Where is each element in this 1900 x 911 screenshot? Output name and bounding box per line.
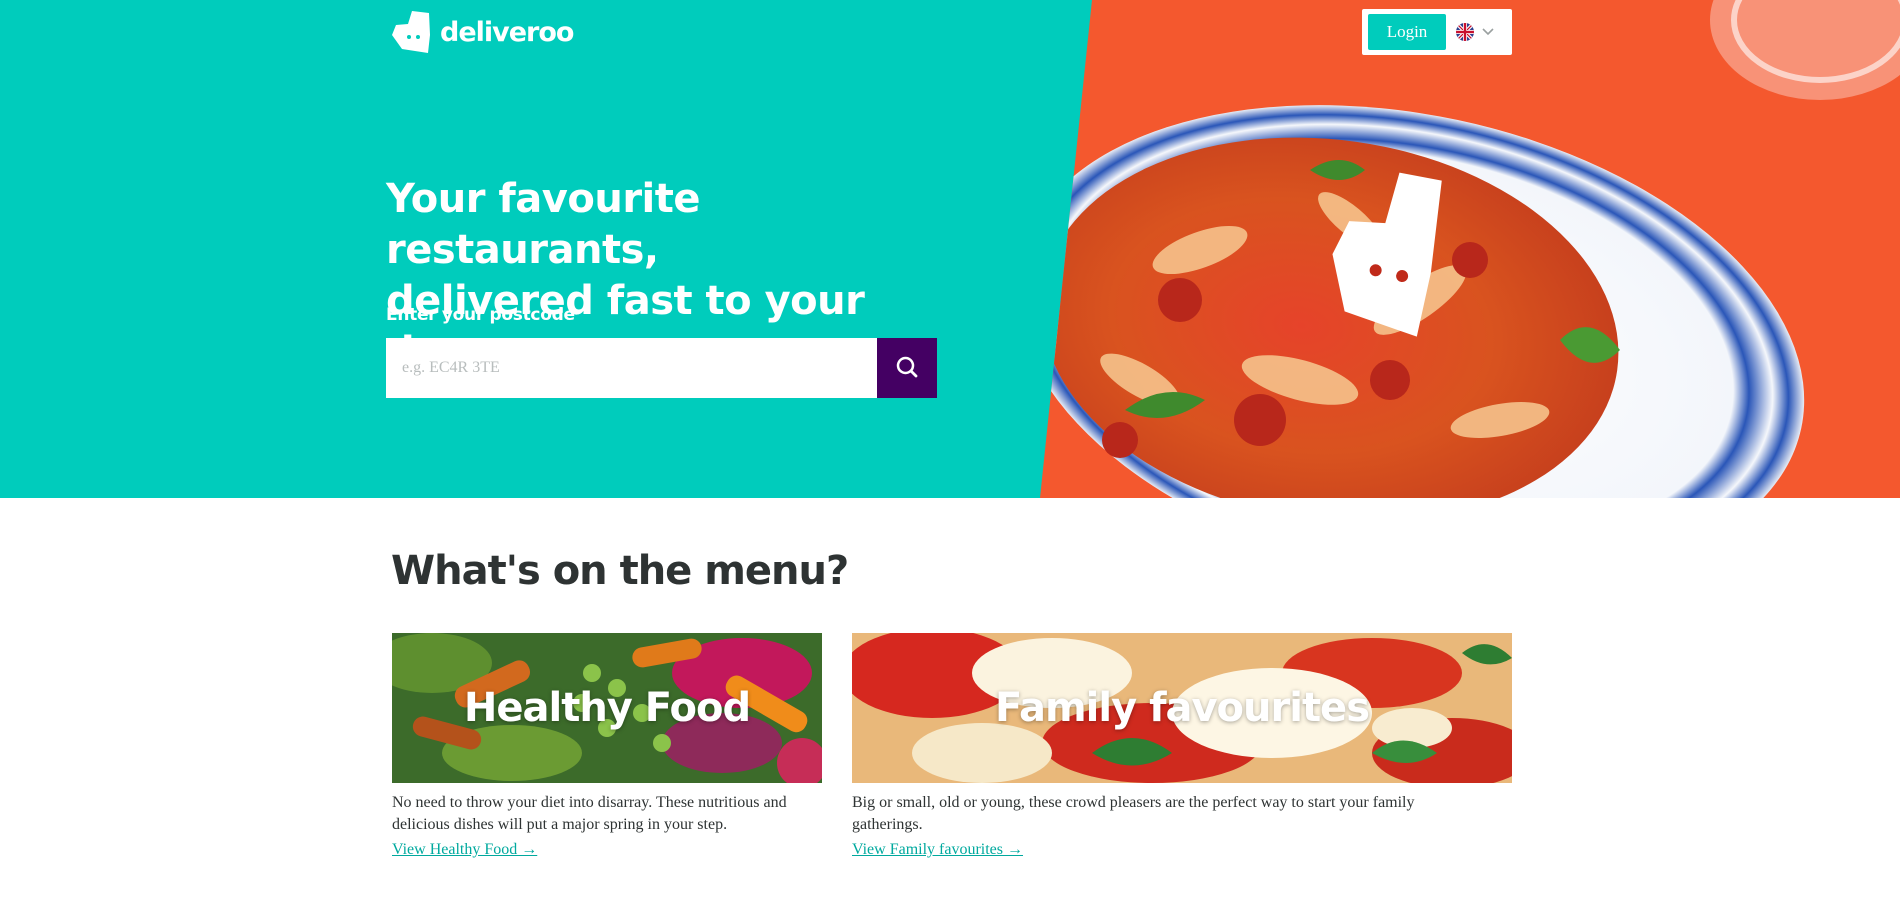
healthy-food-image[interactable]: Healthy Food	[392, 633, 822, 783]
menu-card-healthy-food: Healthy Food No need to throw your diet …	[392, 633, 822, 859]
healthy-food-description: No need to throw your diet into disarray…	[392, 794, 787, 833]
healthy-food-title: Healthy Food	[463, 685, 751, 731]
postcode-input[interactable]	[386, 338, 877, 398]
family-favourites-image[interactable]: Family favourites	[852, 633, 1512, 783]
headline-line-1: Your favourite restaurants,	[386, 176, 701, 273]
header-actions: Login	[1362, 9, 1512, 55]
postcode-label: Enter your postcode	[386, 305, 575, 325]
view-family-favourites-link[interactable]: View Family favourites →	[852, 841, 1023, 859]
language-selector[interactable]	[1456, 23, 1494, 41]
search-icon	[895, 355, 919, 382]
uk-flag-icon	[1456, 23, 1474, 41]
postcode-search-button[interactable]	[877, 338, 937, 398]
postcode-search-form	[386, 338, 937, 398]
menu-section-title: What's on the menu?	[391, 548, 849, 594]
view-healthy-food-link[interactable]: View Healthy Food →	[392, 841, 537, 859]
menu-card-family-favourites: Family favourites Big or small, old or y…	[852, 633, 1512, 859]
hero-food-photo	[0, 0, 1900, 498]
family-favourites-title: Family favourites	[995, 685, 1370, 731]
chevron-down-icon	[1482, 23, 1494, 41]
family-favourites-description: Big or small, old or young, these crowd …	[852, 794, 1415, 833]
login-button[interactable]: Login	[1368, 14, 1446, 50]
deliveroo-logo[interactable]: deliveroo	[392, 10, 574, 54]
hero-banner: deliveroo Login Your favourite restauran…	[0, 0, 1900, 498]
kangaroo-logo-icon	[392, 11, 430, 53]
logo-wordmark: deliveroo	[440, 16, 574, 48]
